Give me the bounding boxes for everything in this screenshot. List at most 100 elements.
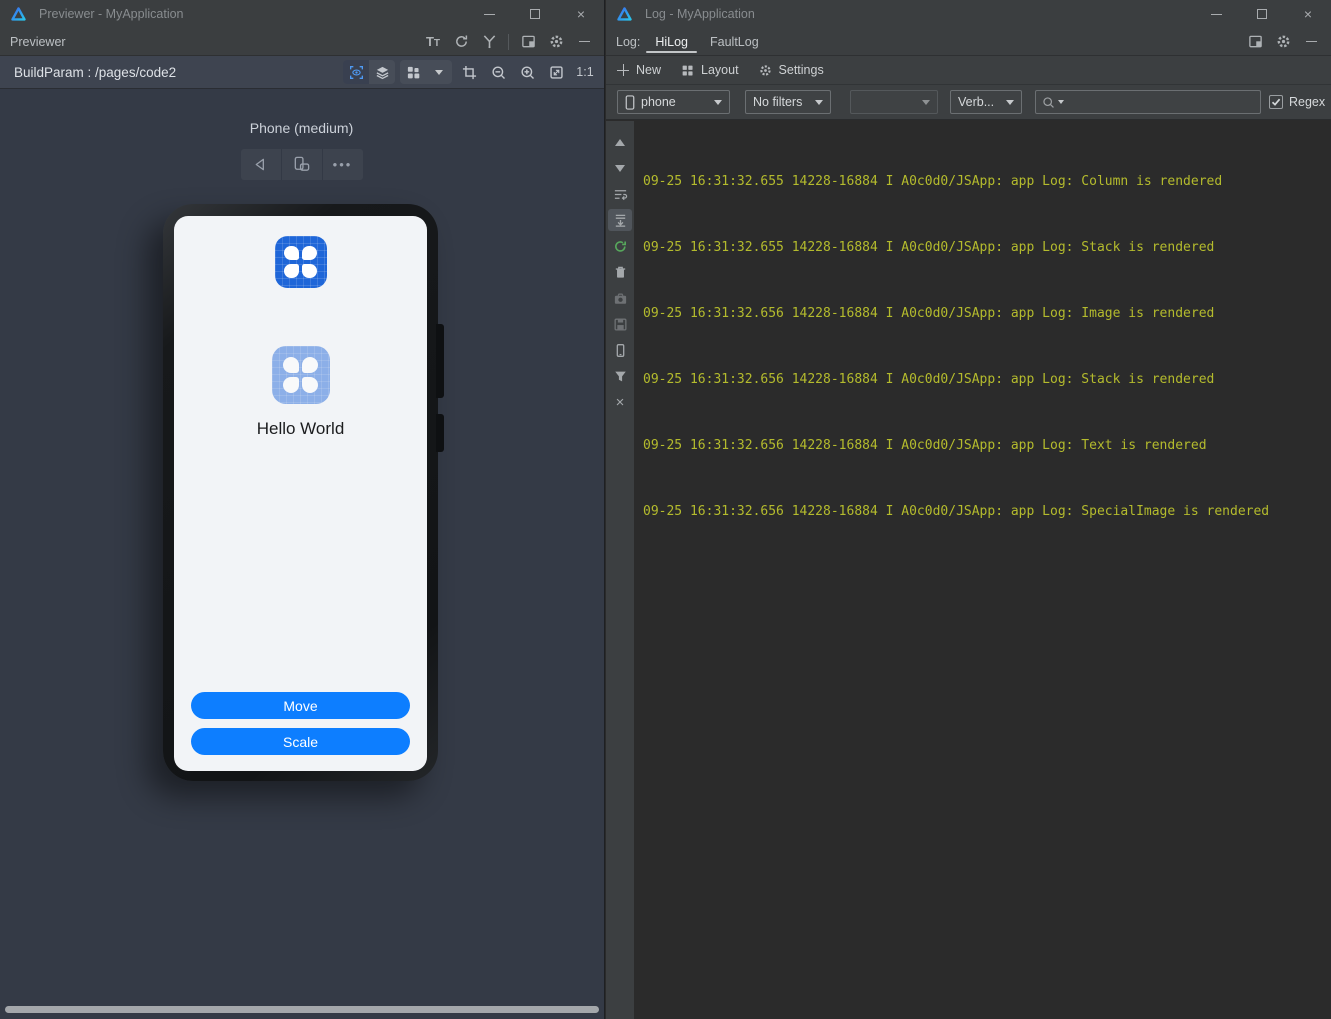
zoom-in-icon [520, 65, 534, 79]
previewer-panel-label: Previewer [10, 34, 66, 49]
log-line: 09-25 16:31:32.656 14228-16884 I A0c0d0/… [643, 372, 1215, 387]
soft-wrap-icon [614, 189, 627, 200]
restart-button[interactable] [608, 235, 632, 257]
log-tab-row: Log: HiLog FaultLog [606, 28, 1331, 56]
regex-toggle[interactable]: Regex [1269, 95, 1325, 109]
device-icon [616, 343, 624, 357]
scale-button[interactable]: Scale [191, 728, 410, 755]
zoom-in-button[interactable] [515, 60, 539, 84]
save-log-button[interactable] [608, 313, 632, 335]
down-triangle-icon [615, 164, 625, 172]
minimize-button[interactable] [1193, 0, 1239, 28]
settings-button[interactable] [1271, 31, 1295, 53]
filters-select[interactable]: No filters [745, 90, 831, 114]
rotate-device-button[interactable] [280, 149, 322, 180]
filter-button[interactable] [608, 365, 632, 387]
move-button[interactable]: Move [191, 692, 410, 719]
log-level-select[interactable]: Verb... [950, 90, 1022, 114]
layout-button[interactable]: Layout [681, 63, 739, 77]
scroll-up-button[interactable] [608, 131, 632, 153]
refresh-button[interactable] [449, 31, 473, 53]
chevron-down-icon [1006, 99, 1014, 105]
camera-icon [614, 292, 626, 304]
hello-world-text: Hello World [256, 419, 345, 438]
tab-hilog[interactable]: HiLog [646, 28, 697, 55]
search-input[interactable] [1067, 95, 1254, 109]
window-title: Log - MyApplication [645, 7, 755, 21]
hide-panel-button[interactable] [572, 31, 596, 53]
scroll-down-button[interactable] [608, 157, 632, 179]
clear-log-button[interactable] [608, 261, 632, 283]
components-dropdown-button[interactable] [426, 60, 452, 84]
log-window: Log - MyApplication × Log: HiLog FaultLo… [606, 0, 1331, 1019]
close-session-button[interactable]: × [608, 391, 632, 413]
layers-toggle-button[interactable] [369, 60, 395, 84]
level-value: Verb... [958, 95, 995, 109]
screenshot-button[interactable] [608, 287, 632, 309]
inspect-icon [483, 35, 495, 49]
maximize-button[interactable] [1239, 0, 1285, 28]
deveco-logo-icon [617, 6, 632, 21]
log-settings-button[interactable]: Settings [759, 63, 824, 77]
window-title: Previewer - MyApplication [39, 7, 184, 21]
gear-icon [1277, 35, 1289, 48]
maximize-button[interactable] [512, 0, 558, 28]
log-sidebar: × [606, 121, 634, 1019]
refresh-icon [455, 35, 467, 47]
volume-key [436, 324, 444, 398]
ellipsis-icon: ••• [332, 157, 353, 172]
frame-bounds-button[interactable] [457, 60, 481, 84]
search-options-icon [1058, 100, 1064, 104]
regex-checkbox[interactable] [1269, 95, 1283, 109]
search-field[interactable] [1035, 90, 1261, 114]
panel-layout-button[interactable] [1243, 31, 1267, 53]
panel-layout-button[interactable] [516, 31, 540, 53]
log-filter-row: phone No filters Verb... Regex [606, 85, 1331, 120]
fit-to-window-button[interactable] [544, 60, 568, 84]
components-button[interactable] [400, 60, 426, 84]
more-options-button[interactable]: ••• [321, 149, 363, 180]
app-icon-light [271, 346, 330, 404]
tab-faultlog[interactable]: FaultLog [703, 28, 766, 55]
preview-nav-group: ••• [240, 149, 363, 180]
inspector-toggle-button[interactable] [343, 60, 369, 84]
new-button[interactable]: New [617, 63, 661, 77]
minimize-button[interactable] [466, 0, 512, 28]
horizontal-scrollbar[interactable] [5, 1006, 599, 1013]
extra-filter-select[interactable] [850, 90, 938, 114]
log-output[interactable]: 09-25 16:31:32.655 14228-16884 I A0c0d0/… [634, 121, 1331, 1019]
chevron-down-icon [922, 99, 930, 105]
previewer-window: Previewer - MyApplication × Previewer TT [0, 0, 605, 1019]
layers-icon [376, 66, 388, 79]
close-button[interactable]: × [1285, 0, 1331, 28]
deveco-logo-icon [11, 6, 26, 21]
previewer-canvas: Phone (medium) ••• Hello World Move Scal… [0, 90, 603, 1019]
scroll-to-end-icon [615, 214, 625, 227]
back-triangle-icon [255, 158, 264, 171]
actual-size-button[interactable]: 1:1 [573, 60, 597, 84]
funnel-icon [614, 371, 626, 381]
back-button[interactable] [241, 149, 281, 180]
close-button[interactable]: × [558, 0, 604, 28]
log-line: 09-25 16:31:32.656 14228-16884 I A0c0d0/… [643, 504, 1270, 519]
app-icon [274, 236, 327, 288]
chevron-down-icon [435, 69, 443, 75]
hide-panel-button[interactable] [1299, 31, 1323, 53]
gear-icon [759, 64, 771, 76]
panel-icon [1248, 35, 1262, 48]
scroll-to-end-button[interactable] [608, 209, 632, 231]
grid-icon [407, 66, 419, 78]
log-line: 09-25 16:31:32.656 14228-16884 I A0c0d0/… [643, 438, 1207, 453]
inspect-button[interactable] [477, 31, 501, 53]
device-select[interactable]: phone [617, 90, 730, 114]
settings-button[interactable] [544, 31, 568, 53]
device-view-button[interactable] [608, 339, 632, 361]
soft-wrap-button[interactable] [608, 183, 632, 205]
build-param-label: BuildParam : /pages/code2 [14, 64, 177, 80]
zoom-out-button[interactable] [486, 60, 510, 84]
crop-icon [462, 65, 476, 79]
font-scale-button[interactable]: TT [421, 31, 445, 53]
regex-label: Regex [1289, 95, 1326, 109]
check-icon [1271, 98, 1281, 106]
device-label: Phone (medium) [249, 120, 354, 136]
